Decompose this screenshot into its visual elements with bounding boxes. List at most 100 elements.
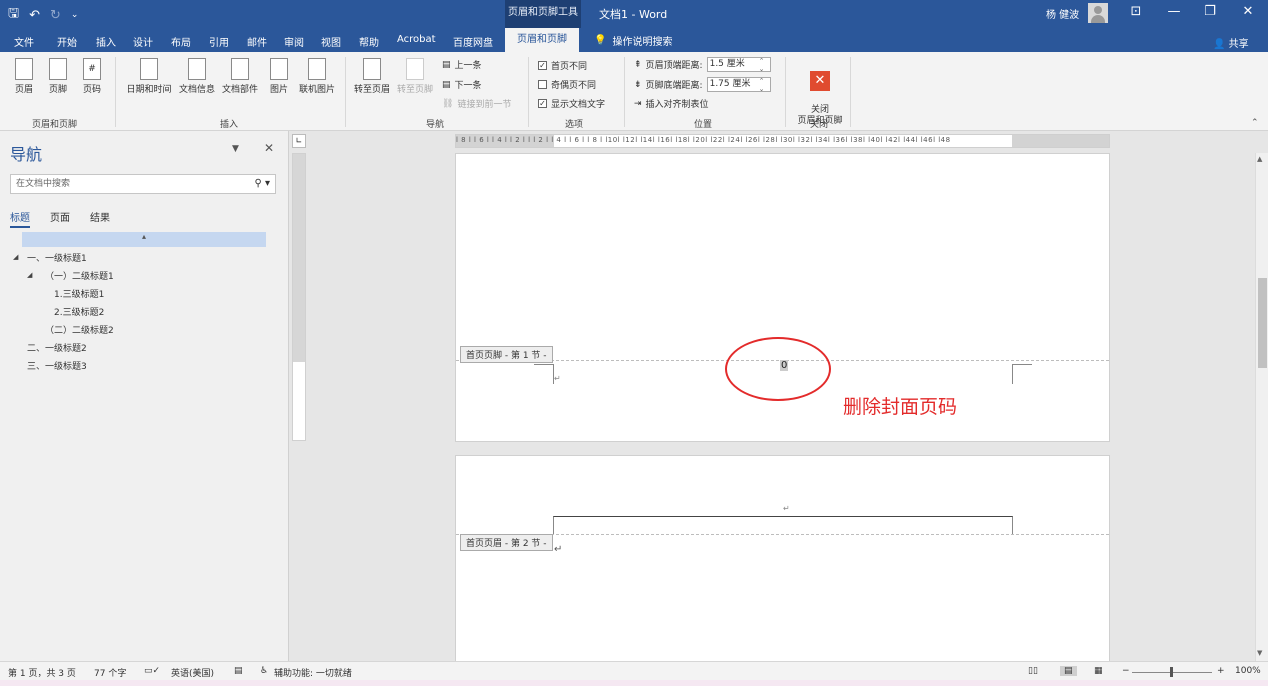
document-info-icon <box>188 58 206 80</box>
title-bar: 🖫 ↶ ↻ ⌄ 页眉和页脚工具 文档1 - Word 杨 健波 ⊡ — ❐ ✕ <box>0 0 1268 28</box>
footer-icon <box>49 58 67 80</box>
doc-info-button[interactable]: 文档信息 <box>177 58 217 95</box>
page-number-button[interactable]: # 页码 <box>80 58 104 95</box>
page-2[interactable]: ↵ 首页页眉 - 第 2 节 - ↵ <box>455 455 1110 665</box>
header-border <box>553 516 1013 534</box>
goto-footer-button[interactable]: 转至页脚 <box>395 58 435 95</box>
different-first-page-checkbox[interactable]: ✓ 首页不同 <box>538 59 587 72</box>
undo-icon[interactable]: ↶ <box>29 8 40 23</box>
zoom-slider-thumb[interactable] <box>1170 667 1173 677</box>
collapse-triangle-icon[interactable]: ◢ <box>27 271 32 279</box>
insert-alignment-tab-button[interactable]: ⇥ 插入对齐制表位 <box>634 97 709 111</box>
nav-tab-headings[interactable]: 标题 <box>10 209 30 228</box>
redo-icon[interactable]: ↻ <box>50 8 61 23</box>
nav-heading-item[interactable]: 1.三级标题1 <box>54 287 104 300</box>
collapse-ribbon-icon[interactable]: ⌃ <box>1251 118 1259 128</box>
doc-parts-button[interactable]: 文档部件 <box>220 58 260 95</box>
first-page-footer-tag: 首页页脚 - 第 1 节 - <box>460 346 553 363</box>
accessibility-icon[interactable]: ♿ <box>260 666 268 676</box>
online-picture-button[interactable]: 联机图片 <box>297 58 337 95</box>
previous-button[interactable]: ▤ 上一条 <box>442 58 482 72</box>
zoom-level[interactable]: 100% <box>1235 666 1261 676</box>
print-layout-icon[interactable]: ▤ <box>1060 666 1077 676</box>
tab-baidu-netdisk[interactable]: 百度网盘 <box>453 34 493 49</box>
page-count[interactable]: 第 1 页，共 3 页 <box>8 666 76 679</box>
tab-design[interactable]: 设计 <box>133 34 153 49</box>
proofing-icon[interactable]: ▭✓ <box>144 666 160 676</box>
nav-tab-pages[interactable]: 页面 <box>50 209 70 224</box>
close-red-icon: ✕ <box>810 71 830 91</box>
red-annotation-circle <box>725 337 831 401</box>
tab-mailings[interactable]: 邮件 <box>247 34 267 49</box>
header-button[interactable]: 页眉 <box>12 58 36 95</box>
different-odd-even-checkbox[interactable]: 奇偶页不同 <box>538 78 596 91</box>
nav-search-input[interactable]: 在文档中搜索 ⚲ ▾ <box>10 174 276 194</box>
header-top-distance: ⇞ 页眉顶端距离: 1.5 厘米 <box>634 57 771 73</box>
close-button[interactable]: ✕ <box>1238 4 1258 19</box>
tab-view[interactable]: 视图 <box>321 34 341 49</box>
tab-layout[interactable]: 布局 <box>171 34 191 49</box>
nav-options-icon[interactable]: ▼ <box>232 144 239 154</box>
nav-heading-item[interactable]: 三、一级标题3 <box>27 359 87 372</box>
vertical-scrollbar[interactable]: ▲ ▼ <box>1255 153 1268 661</box>
next-button[interactable]: ▤ 下一条 <box>442 78 482 92</box>
nav-tab-results[interactable]: 结果 <box>90 209 110 224</box>
language[interactable]: 英语(美国) <box>171 666 214 679</box>
scroll-down-icon[interactable]: ▼ <box>1257 649 1262 657</box>
person-icon: 👤 <box>1213 39 1226 50</box>
read-mode-icon[interactable]: ▯▯ <box>1028 666 1038 676</box>
nav-heading-item[interactable]: 二、一级标题2 <box>27 341 87 354</box>
show-document-text-checkbox[interactable]: ✓ 显示文档文字 <box>538 97 605 110</box>
nav-heading-item[interactable]: （二）二级标题2 <box>45 323 114 336</box>
user-name[interactable]: 杨 健波 <box>1046 6 1079 21</box>
picture-icon <box>270 58 288 80</box>
nav-close-icon[interactable]: ✕ <box>264 141 274 155</box>
search-icon[interactable]: ⚲ ▾ <box>254 175 270 193</box>
tab-selector[interactable]: ∟ <box>292 134 306 148</box>
footer-button[interactable]: 页脚 <box>46 58 70 95</box>
scroll-thumb[interactable] <box>1258 278 1267 368</box>
goto-header-button[interactable]: 转至页眉 <box>352 58 392 95</box>
group-divider <box>624 57 625 127</box>
nav-heading-item[interactable]: （一）二级标题1 <box>45 269 114 282</box>
date-time-button[interactable]: 日期和时间 <box>124 58 174 95</box>
link-to-previous-button[interactable]: ⛓ 链接到前一节 <box>442 97 511 111</box>
selected-section-bar[interactable]: ▴ <box>22 232 266 247</box>
word-count[interactable]: 77 个字 <box>94 666 126 679</box>
scroll-up-icon[interactable]: ▲ <box>1257 155 1262 163</box>
macro-icon[interactable]: ▤ <box>234 666 243 676</box>
nav-heading-item[interactable]: 2.三级标题2 <box>54 305 104 318</box>
minimize-button[interactable]: — <box>1164 4 1184 19</box>
header-top-icon: ⇞ <box>634 59 642 70</box>
tab-help[interactable]: 帮助 <box>359 34 379 49</box>
customize-qat-icon[interactable]: ⌄ <box>71 10 79 20</box>
collapse-triangle-icon[interactable]: ◢ <box>13 253 18 261</box>
tab-insert[interactable]: 插入 <box>96 34 116 49</box>
zoom-out-icon[interactable]: − <box>1122 666 1130 676</box>
share-button[interactable]: 👤 共享 <box>1213 35 1249 50</box>
tab-review[interactable]: 审阅 <box>284 34 304 49</box>
save-icon[interactable]: 🖫 <box>8 4 19 26</box>
goto-footer-icon <box>406 58 424 80</box>
tab-home[interactable]: 开始 <box>57 34 77 49</box>
picture-button[interactable]: 图片 <box>267 58 291 95</box>
horizontal-ruler[interactable]: l 8 l l 6 l l 4 l l 2 l l l 2 l l 4 l l … <box>455 134 1110 148</box>
document-title: 文档1 - Word <box>599 8 668 21</box>
web-layout-icon[interactable]: ▦ <box>1094 666 1103 676</box>
tab-header-footer[interactable]: 页眉和页脚 <box>505 28 579 52</box>
tell-me-search[interactable]: 💡 操作说明搜索 <box>594 33 672 48</box>
tab-acrobat[interactable]: Acrobat <box>397 34 436 45</box>
avatar[interactable] <box>1088 3 1108 23</box>
group-divider <box>345 57 346 127</box>
group-label-header-footer: 页眉和页脚 <box>32 120 78 130</box>
zoom-in-icon[interactable]: + <box>1217 666 1225 676</box>
vertical-ruler[interactable] <box>292 153 306 441</box>
tab-file[interactable]: 文件 <box>14 34 34 49</box>
ribbon-display-options-button[interactable]: ⊡ <box>1126 4 1146 19</box>
footer-bottom-spinner[interactable]: 1.75 厘米 <box>706 77 771 93</box>
accessibility-status[interactable]: 辅助功能: 一切就绪 <box>274 666 352 679</box>
restore-button[interactable]: ❐ <box>1200 4 1220 19</box>
header-top-spinner[interactable]: 1.5 厘米 <box>706 57 771 73</box>
tab-references[interactable]: 引用 <box>209 34 229 49</box>
nav-heading-item[interactable]: 一、一级标题1 <box>27 251 87 264</box>
